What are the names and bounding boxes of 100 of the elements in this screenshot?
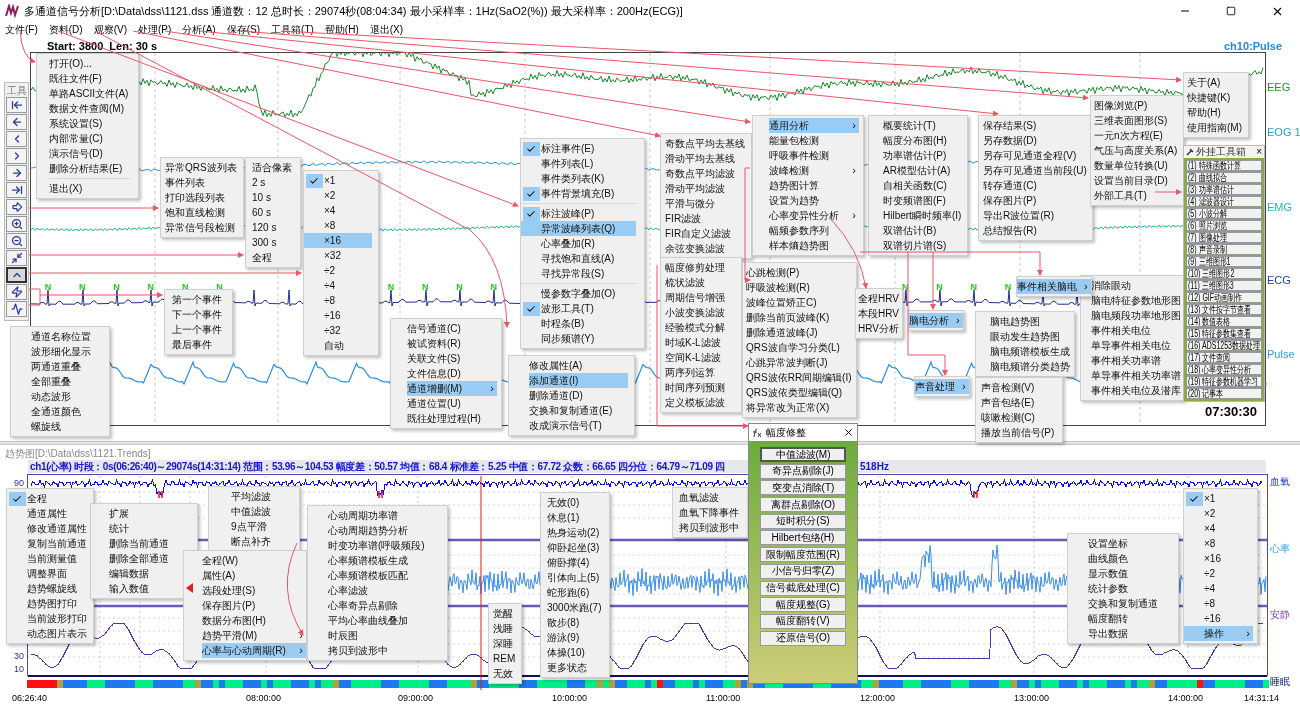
menu-item[interactable]: 滑动平均去基线	[665, 151, 747, 166]
menu-item[interactable]: 心率变异性分析 ›	[769, 208, 859, 223]
menu-item[interactable]: 脑电趋势图	[990, 314, 1072, 329]
menu-item[interactable]: 最后事件	[172, 337, 224, 352]
menu-item[interactable]: 慢参数字叠加(O)	[521, 286, 636, 301]
dialog-action-button[interactable]: 幅度规整(G)	[760, 597, 846, 613]
menu-item[interactable]: 总结报告(R)	[983, 223, 1089, 238]
menu-item[interactable]: Hilbert瞬时频率(I)	[883, 208, 964, 223]
menu-bar-item[interactable]: 退出(X)	[369, 21, 404, 37]
menu-item[interactable]: 3000米跑(7)	[547, 600, 604, 615]
menu-item[interactable]: 10 s	[252, 190, 294, 205]
menu-item[interactable]: 两通道重叠	[31, 359, 101, 374]
menu-item[interactable]: 双谱估计(B)	[883, 223, 964, 238]
menu-item[interactable]: 休息(1)	[547, 510, 604, 525]
menu-item[interactable]: 添加通道(I)	[529, 373, 628, 388]
menu-item[interactable]: 呼吸波检测(R)	[746, 280, 854, 295]
menu-item[interactable]: REM	[493, 651, 518, 666]
menu-item[interactable]: 300 s	[252, 235, 294, 250]
menu-item[interactable]: 能量包检测	[769, 133, 859, 148]
menu-item[interactable]: ×2	[1184, 506, 1253, 521]
menu-item[interactable]: 动态图片表示	[7, 626, 89, 641]
menu-item[interactable]: 同步频谱(Y)	[521, 331, 636, 346]
menu-item[interactable]: 外部工具(T)	[1094, 188, 1180, 203]
menu-item[interactable]: 心率频谱模板匹配	[328, 568, 441, 583]
menu-item[interactable]: ÷16	[304, 308, 372, 323]
menu-item[interactable]: 声音检测(V)	[981, 380, 1057, 395]
menu-item[interactable]: ×1	[304, 173, 372, 188]
menu-item[interactable]: 事件列表	[165, 175, 239, 190]
menu-item[interactable]: 滑动平均滤波	[665, 181, 747, 196]
menu-item[interactable]: 定义模板滤波	[665, 395, 737, 410]
menu-item[interactable]: QRS波自学习分类(L)	[746, 340, 854, 355]
menu-item[interactable]: ×32	[304, 248, 372, 263]
menu-item[interactable]: 当前测量值	[7, 551, 89, 566]
menu-item[interactable]: 通用分析 ›	[769, 118, 859, 133]
menu-item[interactable]: 统计参数	[1088, 581, 1172, 596]
menu-item[interactable]: 关于(A)	[1187, 75, 1244, 90]
menu-item[interactable]: 时域K-L滤波	[665, 335, 737, 350]
menu-item[interactable]: 自动	[304, 338, 372, 353]
menu-item[interactable]: 无效(0)	[547, 495, 604, 510]
menu-item[interactable]: 心跳检测(P)	[746, 265, 854, 280]
menu-item[interactable]: 播放当前信号(P)	[981, 425, 1057, 440]
menu-item[interactable]: 无效	[493, 666, 518, 681]
menu-item[interactable]: 设置当前目录(D)	[1094, 173, 1180, 188]
menu-bar-item[interactable]: 文件(F)	[5, 21, 38, 37]
back-button[interactable]	[6, 114, 27, 130]
menu-item[interactable]: 单路ASCII文件(A)	[49, 86, 131, 101]
dialog-action-button[interactable]: 小信号归零(Z)	[760, 563, 846, 579]
menu-item[interactable]: ×4	[304, 203, 372, 218]
menu-item[interactable]: 拷贝到波形中	[679, 520, 741, 535]
menu-item[interactable]: 通道名称位置	[31, 329, 101, 344]
menu-item[interactable]: 心率与心动周期(R) ›	[202, 643, 306, 658]
menu-item[interactable]: 消除眼动	[1091, 278, 1183, 293]
menu-item[interactable]: 设置坐标	[1088, 536, 1172, 551]
menu-item[interactable]: ÷8	[1184, 596, 1253, 611]
menu-item[interactable]: ÷32	[304, 323, 372, 338]
menu-item[interactable]: 信号通道(C)	[407, 321, 497, 336]
menu-item[interactable]: 系统设置(S)	[49, 116, 131, 131]
first-page-button[interactable]	[6, 97, 27, 113]
menu-item[interactable]: 趋势图计算	[769, 178, 859, 193]
menu-item[interactable]: 关联文件(S)	[407, 351, 497, 366]
menu-item[interactable]: 保存结果(S)	[983, 118, 1089, 133]
menu-item[interactable]: 删除当前通道	[109, 536, 191, 551]
jump-button[interactable]	[6, 199, 27, 215]
menu-item[interactable]: 趋势平滑(M) ›	[202, 628, 306, 643]
menu-item[interactable]: 气压与高度关系(A)	[1094, 143, 1180, 158]
menu-item[interactable]: 修改属性(A)	[529, 358, 628, 373]
menu-item[interactable]: 散步(8)	[547, 615, 604, 630]
menu-item[interactable]: 使用指南(M)	[1187, 120, 1244, 135]
menu-item[interactable]: 拷贝到波形中	[328, 643, 441, 658]
menu-item[interactable]: QRS波依RR间期编辑(I)	[746, 370, 854, 385]
menu-item[interactable]: QRS波依类型编辑(Q)	[746, 385, 854, 400]
menu-item[interactable]: 另存可见通道全程(V)	[983, 148, 1089, 163]
menu-item[interactable]: 第一个事件	[172, 292, 224, 307]
menu-item[interactable]: 心动周期趋势分析	[328, 523, 441, 538]
menu-item[interactable]: 平均滤波	[231, 489, 293, 504]
menu-item[interactable]: 通道位置(U)	[407, 396, 497, 411]
menu-item[interactable]: 心跳异常波判断(J)	[746, 355, 854, 370]
menu-item[interactable]: 交换和复制通道(E)	[529, 403, 628, 418]
menu-item[interactable]: 快捷键(K)	[1187, 90, 1244, 105]
menu-item[interactable]: 数据分布图(H)	[202, 613, 306, 628]
menu-item[interactable]: 寻找异常段(S)	[521, 266, 636, 281]
wave-mode-button[interactable]	[6, 301, 27, 317]
menu-item[interactable]: 复制当前通道	[7, 536, 89, 551]
dialog-action-button[interactable]: 中值滤波(M)	[760, 447, 846, 462]
menu-item[interactable]: 时间序列预测	[665, 380, 737, 395]
menu-item[interactable]: 时变频谱图(F)	[883, 193, 964, 208]
menu-item[interactable]: ÷4	[304, 278, 372, 293]
menu-item[interactable]: ÷16	[1184, 611, 1253, 626]
menu-item[interactable]: 事件相关功率谱	[1091, 353, 1183, 368]
menu-item[interactable]: 样本熵趋势图	[769, 238, 859, 253]
menu-item[interactable]: 事件相关电位及潜库	[1091, 383, 1183, 398]
menu-item[interactable]: 浅睡	[493, 621, 518, 636]
menu-item[interactable]: 呼吸事件检测	[769, 148, 859, 163]
menu-item[interactable]: 2 s	[252, 175, 294, 190]
menu-item[interactable]: 功率谱估计(P)	[883, 148, 964, 163]
menu-item[interactable]: 动态波形	[31, 389, 101, 404]
menu-item[interactable]: 文件信息(D)	[407, 366, 497, 381]
menu-item[interactable]: 一元n次方程(E)	[1094, 128, 1180, 143]
menu-item[interactable]: 交换和复制通道	[1088, 596, 1172, 611]
collapse-button[interactable]	[6, 267, 27, 283]
